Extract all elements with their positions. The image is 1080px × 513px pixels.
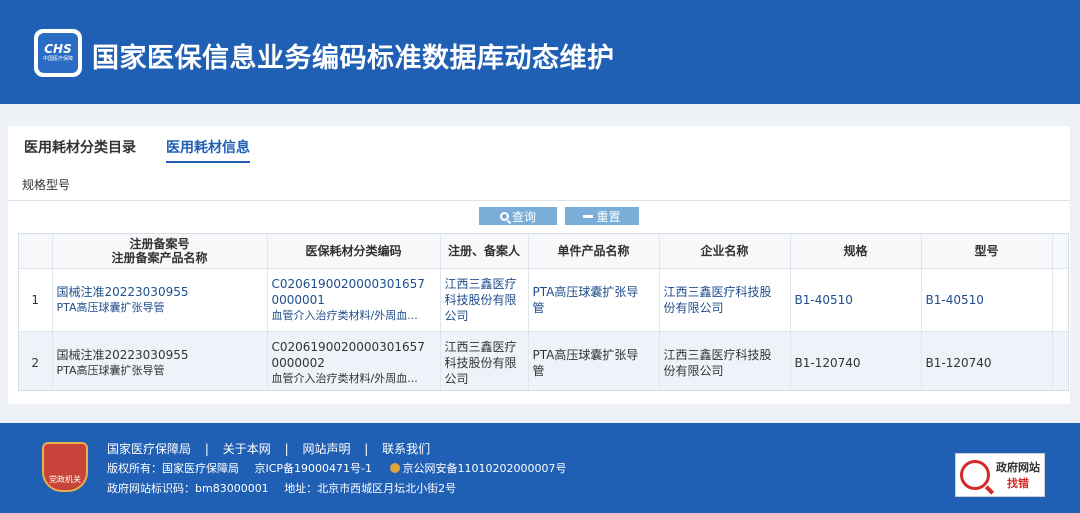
class-code-line1: C0206190020000301657	[271, 339, 425, 354]
spec-cell: B1-40510	[790, 268, 922, 332]
query-button[interactable]: 查询	[479, 207, 557, 225]
col-reg-product-label: 注册备案产品名称	[111, 250, 208, 265]
company-cell: 江西三鑫医疗科技股 份有限公司	[659, 331, 791, 390]
model-cell: B1-120740	[921, 331, 1053, 390]
product-name-cell: PTA高压球囊扩张导 管	[528, 331, 660, 390]
company-line2: 份有限公司	[663, 300, 724, 315]
search-icon	[499, 211, 509, 221]
footer-separator: |	[204, 442, 209, 456]
tab-consumables-info[interactable]: 医用耗材信息	[166, 137, 250, 163]
reset-button-label: 重置	[596, 209, 621, 224]
model-cell: B1-40510	[921, 268, 1053, 332]
registrant-cell: 江西三鑫医疗 科技股份有限 公司	[440, 331, 529, 390]
site-id-text: 政府网站标识码：bm83000001	[107, 482, 269, 495]
col-filler	[1052, 234, 1068, 269]
icp-link[interactable]: 京ICP备19000471号-1	[255, 462, 373, 475]
footer-link-about[interactable]: 关于本网	[223, 442, 271, 456]
class-code-cell[interactable]: C0206190020000301657 0000001 血管介入治疗类材料/外…	[267, 268, 441, 332]
registrant-line1: 江西三鑫医疗	[444, 339, 517, 354]
company-cell: 江西三鑫医疗科技股 份有限公司	[659, 268, 791, 332]
police-badge-icon	[389, 463, 400, 473]
product-line2: 管	[532, 363, 545, 378]
logo-mark: CHS 中国医疗保障	[38, 33, 78, 73]
results-table: 注册备案号 注册备案产品名称 医保耗材分类编码 注册、备案人 单件产品名称 企业…	[18, 233, 1069, 391]
row-index: 1	[19, 268, 53, 332]
class-code-line1: C0206190020000301657	[271, 276, 425, 291]
gov-site-error-report-button[interactable]: 政府网站 找错	[955, 453, 1045, 497]
class-code-line2: 0000001	[271, 292, 325, 307]
footer-copyright-line: 版权所有：国家医疗保障局 京ICP备19000471号-1 京公网安备11010…	[107, 460, 567, 476]
filler-cell	[1052, 331, 1068, 390]
company-line1: 江西三鑫医疗科技股	[663, 347, 772, 362]
col-product-name[interactable]: 单件产品名称	[528, 234, 660, 269]
footer-links: 国家医疗保障局 | 关于本网 | 网站声明 | 联系我们	[107, 440, 430, 457]
class-desc: 血管介入治疗类材料/外周血...	[271, 371, 418, 385]
spec-model-filter-label: 规格型号	[22, 178, 71, 192]
col-model[interactable]: 型号	[921, 234, 1053, 269]
tab-consumables-catalog[interactable]: 医用耗材分类目录	[24, 137, 136, 161]
logo-subtext: 中国医疗保障	[42, 56, 73, 62]
site-header: CHS 中国医疗保障 国家医保信息业务编码标准数据库动态维护	[0, 0, 1080, 104]
chs-logo[interactable]: CHS 中国医疗保障	[34, 29, 82, 77]
company-line2: 份有限公司	[663, 363, 724, 378]
col-spec[interactable]: 规格	[790, 234, 922, 269]
police-record-link[interactable]: 京公网安备11010202000007号	[403, 462, 567, 475]
error-badge-text: 政府网站 找错	[996, 459, 1040, 491]
magnifier-icon	[960, 460, 990, 490]
site-footer: 党政机关 国家医疗保障局 | 关于本网 | 网站声明 | 联系我们 版权所有：国…	[0, 423, 1080, 513]
registrant-cell: 江西三鑫医疗 科技股份有限 公司	[440, 268, 529, 332]
registrant-line2: 科技股份有限	[444, 292, 517, 307]
col-registrant[interactable]: 注册、备案人	[440, 234, 529, 269]
address-text: 地址：北京市西城区月坛北小街2号	[284, 482, 457, 495]
class-code-line2: 0000002	[271, 355, 325, 370]
filter-divider	[8, 200, 1070, 201]
registration-cell[interactable]: 国械注准20223030955 PTA高压球囊扩张导管	[52, 331, 268, 390]
table-row[interactable]: 2 国械注准20223030955 PTA高压球囊扩张导管 C020619002…	[19, 331, 1068, 390]
registrant-line1: 江西三鑫医疗	[444, 276, 517, 291]
product-line1: PTA高压球囊扩张导	[532, 347, 639, 362]
table-header-row: 注册备案号 注册备案产品名称 医保耗材分类编码 注册、备案人 单件产品名称 企业…	[19, 234, 1068, 269]
reg-product-name: PTA高压球囊扩张导管	[56, 300, 165, 314]
site-title: 国家医保信息业务编码标准数据库动态维护	[92, 43, 615, 74]
party-government-emblem-icon[interactable]: 党政机关	[42, 442, 88, 492]
col-registration[interactable]: 注册备案号 注册备案产品名称	[52, 234, 268, 269]
logo-text: CHS	[44, 42, 72, 56]
registration-cell[interactable]: 国械注准20223030955 PTA高压球囊扩张导管	[52, 268, 268, 332]
footer-link-contact[interactable]: 联系我们	[382, 442, 430, 456]
registrant-line2: 科技股份有限	[444, 355, 517, 370]
class-desc: 血管介入治疗类材料/外周血...	[271, 308, 418, 322]
col-company[interactable]: 企业名称	[659, 234, 791, 269]
product-name-cell: PTA高压球囊扩张导 管	[528, 268, 660, 332]
col-class-code[interactable]: 医保耗材分类编码	[267, 234, 441, 269]
class-code-cell[interactable]: C0206190020000301657 0000002 血管介入治疗类材料/外…	[267, 331, 441, 390]
table-row[interactable]: 1 国械注准20223030955 PTA高压球囊扩张导管 C020619002…	[19, 268, 1068, 332]
error-badge-bottom: 找错	[1007, 477, 1029, 490]
row-index: 2	[19, 331, 53, 390]
filler-cell	[1052, 268, 1068, 332]
col-index	[19, 234, 53, 269]
product-line2: 管	[532, 300, 545, 315]
spec-cell: B1-120740	[790, 331, 922, 390]
query-button-label: 查询	[511, 209, 536, 224]
minus-icon	[583, 214, 594, 218]
col-reg-no-label: 注册备案号	[129, 236, 190, 251]
footer-site-line: 政府网站标识码：bm83000001 地址：北京市西城区月坛北小街2号	[107, 480, 456, 496]
main-panel: 医用耗材分类目录 医用耗材信息 规格型号 查询 重置 注册备案号 注册备案产品名…	[8, 126, 1070, 404]
footer-link-statement[interactable]: 网站声明	[302, 442, 350, 456]
error-badge-top: 政府网站	[996, 461, 1040, 474]
reset-button[interactable]: 重置	[565, 207, 639, 225]
registrant-line3: 公司	[444, 371, 469, 386]
reg-no-link[interactable]: 国械注准20223030955	[57, 347, 263, 363]
registrant-line3: 公司	[444, 308, 469, 323]
footer-link-nhsa[interactable]: 国家医疗保障局	[107, 442, 191, 456]
reg-product-name: PTA高压球囊扩张导管	[56, 363, 165, 377]
emblem-text: 党政机关	[49, 475, 81, 484]
reg-no-link[interactable]: 国械注准20223030955	[57, 284, 263, 300]
footer-separator: |	[284, 442, 289, 456]
product-line1: PTA高压球囊扩张导	[532, 284, 639, 299]
copyright-text: 版权所有：国家医疗保障局	[107, 462, 239, 475]
company-line1: 江西三鑫医疗科技股	[663, 284, 772, 299]
footer-separator: |	[364, 442, 369, 456]
